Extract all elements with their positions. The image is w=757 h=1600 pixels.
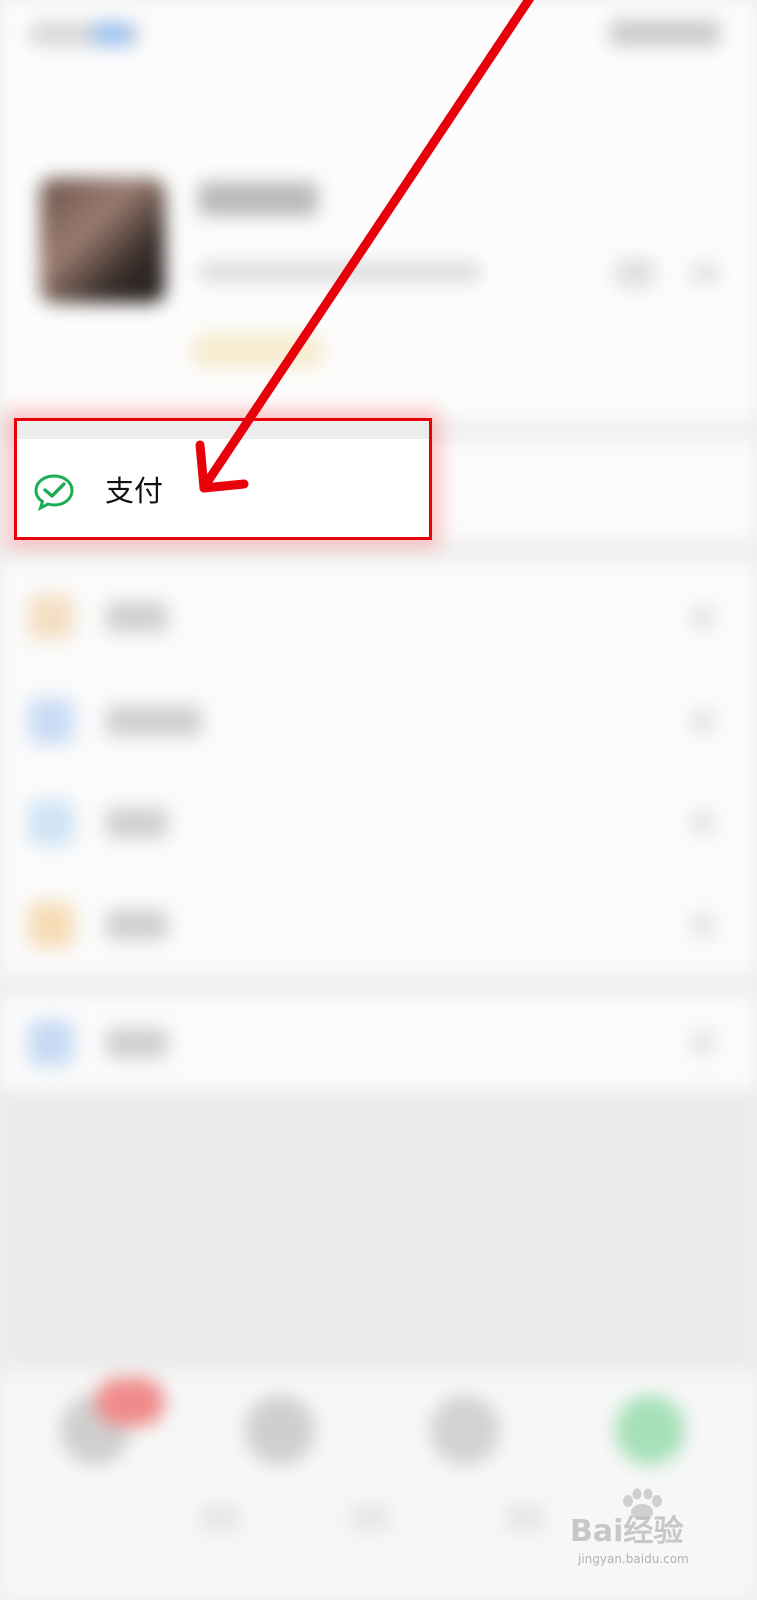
pay-label: 支付 — [105, 474, 164, 508]
contacts-tab-icon[interactable] — [245, 1395, 315, 1465]
nickname — [198, 182, 318, 216]
list-item[interactable] — [106, 808, 168, 838]
account-id — [200, 262, 480, 282]
me-tab-icon[interactable] — [615, 1395, 685, 1465]
status-pill[interactable] — [190, 333, 325, 369]
avatar[interactable] — [40, 178, 165, 303]
qr-code-icon[interactable] — [615, 258, 655, 288]
pay-menu-item[interactable]: 支付 — [17, 439, 429, 537]
watermark-url: jingyan.baidu.com — [578, 1552, 689, 1566]
list-item[interactable] — [106, 602, 168, 632]
chevron-right-icon — [692, 914, 714, 936]
tab-label — [350, 1505, 390, 1531]
discover-tab-icon[interactable] — [430, 1395, 500, 1465]
stickers-icon — [28, 902, 74, 948]
empty-area — [0, 1090, 757, 1370]
menu-group — [0, 562, 757, 974]
status-bar-right — [610, 20, 720, 46]
list-item[interactable] — [106, 1028, 168, 1058]
unread-badge — [95, 1378, 165, 1426]
blurred-background — [0, 0, 757, 1600]
chevron-right-icon — [692, 606, 714, 628]
menu-group — [0, 996, 757, 1090]
watermark-brand: Bai经验 — [570, 1514, 684, 1549]
favorites-icon — [28, 594, 74, 640]
highlight-frame: 支付 — [14, 418, 432, 540]
section-divider — [17, 421, 429, 439]
moments-icon — [28, 698, 74, 744]
tab-label — [200, 1505, 240, 1531]
profile-header — [0, 0, 757, 420]
list-item[interactable] — [106, 706, 202, 736]
wechat-pay-icon — [33, 473, 75, 512]
chevron-right-icon — [692, 1032, 714, 1054]
section-divider — [0, 974, 757, 996]
status-bar-indicator — [92, 22, 132, 46]
chevron-right-icon — [692, 812, 714, 834]
chevron-right-icon — [692, 710, 714, 732]
chevron-right-icon — [690, 262, 720, 284]
tab-label — [505, 1505, 545, 1531]
section-divider — [0, 540, 757, 562]
baidu-jingyan-watermark: Bai经验 jingyan.baidu.com — [570, 1488, 750, 1588]
settings-icon — [28, 1020, 74, 1066]
cards-icon — [28, 800, 74, 846]
list-item[interactable] — [106, 910, 168, 940]
